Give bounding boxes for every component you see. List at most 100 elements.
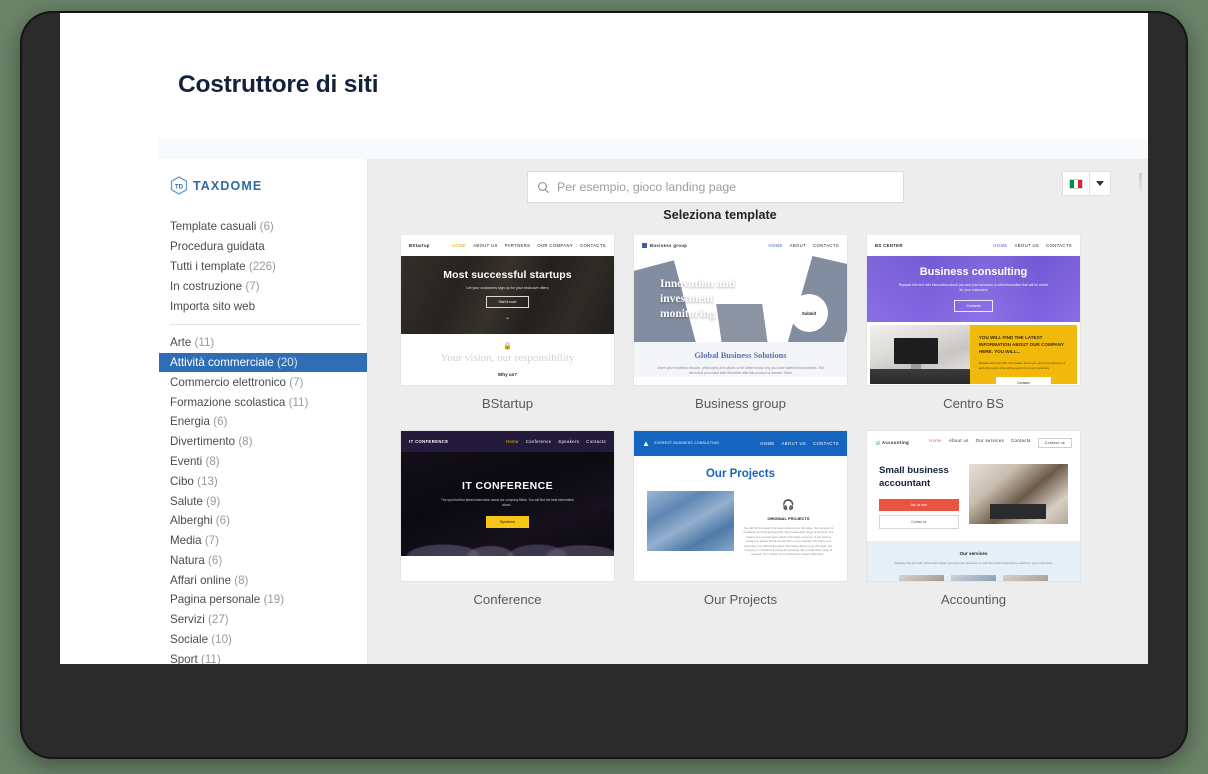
template-preview-bstartup[interactable]: BStartup HOME ABOUT US PARTNERS OUR COMP… <box>401 235 614 385</box>
sidebar-category-alberghi[interactable]: Alberghi (6) <box>159 511 367 531</box>
preview-section-title: Why us? <box>497 372 518 377</box>
language-selector[interactable] <box>1062 171 1111 196</box>
lock-icon: 🔒 <box>503 343 512 350</box>
template-grid-scroll[interactable]: BStartup HOME ABOUT US PARTNERS OUR COMP… <box>368 235 1148 664</box>
sidebar-category-attivita-commerciale[interactable]: Attività commerciale (20) <box>159 352 367 373</box>
sidebar-item-procedura-guidata[interactable]: Procedura guidata <box>159 237 367 257</box>
preview-cta-button: Contacts <box>954 300 993 312</box>
browser-viewport: Costruttore di siti TD TAXDOME Template … <box>60 13 1148 664</box>
sidebar-item-count: (11) <box>194 336 215 350</box>
preview-nav-link: HOME <box>760 441 775 446</box>
template-card[interactable]: 📊 Accounting Home About us Our services … <box>867 431 1080 627</box>
template-preview-business-group[interactable]: Business group HOME ABOUT CONTACTS Innov… <box>634 235 847 385</box>
sidebar-category-energia[interactable]: Energia (6) <box>159 412 367 432</box>
section-title: Seleziona template <box>663 208 777 222</box>
preview-subhead: Global Business Solutions <box>694 351 787 360</box>
template-preview-our-projects[interactable]: ▲ EVEREST BUSINESS CONSULTING HOME ABOUT… <box>634 431 847 581</box>
sidebar-item-label: Formazione scolastica <box>170 395 286 409</box>
sidebar-item-label: Tutti i template <box>170 259 246 273</box>
sidebar-item-label: Salute <box>170 494 203 508</box>
sidebar-item-label: Procedura guidata <box>170 240 265 254</box>
template-browser: Seleziona template BStartup HOME <box>368 159 1148 664</box>
sidebar-item-tutti-i-template[interactable]: Tutti i template (226) <box>159 257 367 277</box>
preview-secondary-button: Contact us <box>879 515 959 529</box>
template-card[interactable]: Business group HOME ABOUT CONTACTS Innov… <box>634 235 847 431</box>
preview-nav: BS CENTER HOME ABOUT US CONTACTS <box>867 235 1080 256</box>
preview-hero-text: Small business accountant Ask us now Con… <box>879 464 959 529</box>
template-card[interactable]: BStartup HOME ABOUT US PARTNERS OUR COMP… <box>401 235 614 431</box>
template-card[interactable]: IT CONFERENCE Home Conference Speakers C… <box>401 431 614 627</box>
template-name[interactable]: Our Projects <box>634 581 847 627</box>
sidebar-item-in-costruzione[interactable]: In costruzione (7) <box>159 276 367 296</box>
sidebar-item-label: Commercio elettronico <box>170 375 286 389</box>
template-name[interactable]: Centro BS <box>867 385 1080 431</box>
toolbar <box>368 159 1148 207</box>
sidebar-item-count: (6) <box>208 553 223 567</box>
sidebar-item-count: (13) <box>197 474 218 488</box>
sidebar-item-label: In costruzione <box>170 279 243 293</box>
template-name[interactable]: Accounting <box>867 581 1080 627</box>
sidebar-category-arte[interactable]: Arte (11) <box>159 333 367 353</box>
sidebar-category-media[interactable]: Media (7) <box>159 531 367 551</box>
svg-text:TD: TD <box>175 183 184 190</box>
sidebar-category-commercio-elettronico[interactable]: Commercio elettronico (7) <box>159 372 367 392</box>
preview-nav-link: About us <box>949 437 969 443</box>
sidebar-item-template-casuali[interactable]: Template casuali (6) <box>159 217 367 237</box>
preview-nav-link: HOME <box>993 243 1008 248</box>
template-name[interactable]: Conference <box>401 581 614 627</box>
sidebar-category-natura[interactable]: Natura (6) <box>159 551 367 571</box>
preview-nav-link: Home <box>505 439 519 444</box>
sidebar-item-count: (27) <box>208 613 229 627</box>
sidebar-category-pagina-personale[interactable]: Pagina personale (19) <box>159 590 367 610</box>
sidebar-item-importa-sito-web[interactable]: Importa sito web <box>159 296 367 316</box>
search-input[interactable] <box>557 180 894 194</box>
preview-subtext: Replace this text with information about… <box>898 283 1049 292</box>
preview-brand: BStartup <box>409 243 430 248</box>
preview-brand-text: Accounting <box>882 439 910 445</box>
preview-brand: 📊 Accounting <box>875 440 909 446</box>
sidebar-item-count: (7) <box>289 375 304 389</box>
sidebar-category-formazione-scolastica[interactable]: Formazione scolastica (11) <box>159 392 367 412</box>
sidebar-category-sociale[interactable]: Sociale (10) <box>159 630 367 650</box>
preview-primary-button: Ask us now <box>879 499 959 511</box>
preview-subtext: The spot that the latest information abo… <box>441 498 574 507</box>
preview-subtext: Let your customers sign up for your excl… <box>466 286 549 290</box>
sidebar-item-count: (8) <box>205 454 220 468</box>
sidebar-category-affari-online[interactable]: Affari online (8) <box>159 570 367 590</box>
template-card[interactable]: BS CENTER HOME ABOUT US CONTACTS Busines… <box>867 235 1080 431</box>
sidebar-item-label: Template casuali <box>170 220 257 234</box>
sidebar-category-eventi[interactable]: Eventi (8) <box>159 452 367 472</box>
taxdome-wordmark: TAXDOME <box>193 178 263 193</box>
template-preview-conference[interactable]: IT CONFERENCE Home Conference Speakers C… <box>401 431 614 581</box>
sidebar-category-servizi[interactable]: Servizi (27) <box>159 610 367 630</box>
sidebar-item-count: (226) <box>248 259 276 273</box>
template-name[interactable]: Business group <box>634 385 847 431</box>
preview-text-column: 🎧 ORIGINAL PROJECTS You will find the la… <box>743 491 834 557</box>
template-card[interactable]: ▲ EVEREST BUSINESS CONSULTING HOME ABOUT… <box>634 431 847 627</box>
preview-headline: Business consulting <box>919 266 1028 278</box>
search-box[interactable] <box>527 171 904 203</box>
sidebar-item-count: (8) <box>234 573 249 587</box>
sidebar-category-salute[interactable]: Salute (9) <box>159 491 367 511</box>
preview-nav-link: CONTACTS <box>580 243 606 248</box>
sidebar-category-cibo[interactable]: Cibo (13) <box>159 471 367 491</box>
preview-lower: 🔒 Your vision, our responsibility Why us… <box>401 334 614 385</box>
template-preview-accounting[interactable]: 📊 Accounting Home About us Our services … <box>867 431 1080 581</box>
taxdome-logo: TD TAXDOME <box>159 174 367 217</box>
sidebar-category-sport[interactable]: Sport (11) <box>159 649 367 664</box>
template-preview-centro-bs[interactable]: BS CENTER HOME ABOUT US CONTACTS Busines… <box>867 235 1080 385</box>
sidebar-item-count: (6) <box>213 415 228 429</box>
preview-photo <box>968 464 1068 524</box>
preview-nav-links: Home Conference Speakers Contacts <box>506 439 606 444</box>
preview-nav-links: HOME ABOUT US PARTNERS OUR COMPANY CONTA… <box>452 243 606 248</box>
sidebar-item-count: (7) <box>245 279 260 293</box>
preview-brand: IT CONFERENCE <box>409 439 449 444</box>
template-name[interactable]: BStartup <box>401 385 614 431</box>
sidebar: TD TAXDOME Template casuali (6) Procedur… <box>159 159 368 664</box>
preview-nav-link: Home <box>929 437 942 443</box>
chevron-down-icon[interactable] <box>1090 172 1110 195</box>
preview-nav-link: ABOUT US <box>473 243 498 248</box>
sidebar-category-divertimento[interactable]: Divertimento (8) <box>159 432 367 452</box>
preview-hero: Most successful startups Let your custom… <box>401 256 614 334</box>
sidebar-item-label: Media <box>170 534 202 548</box>
